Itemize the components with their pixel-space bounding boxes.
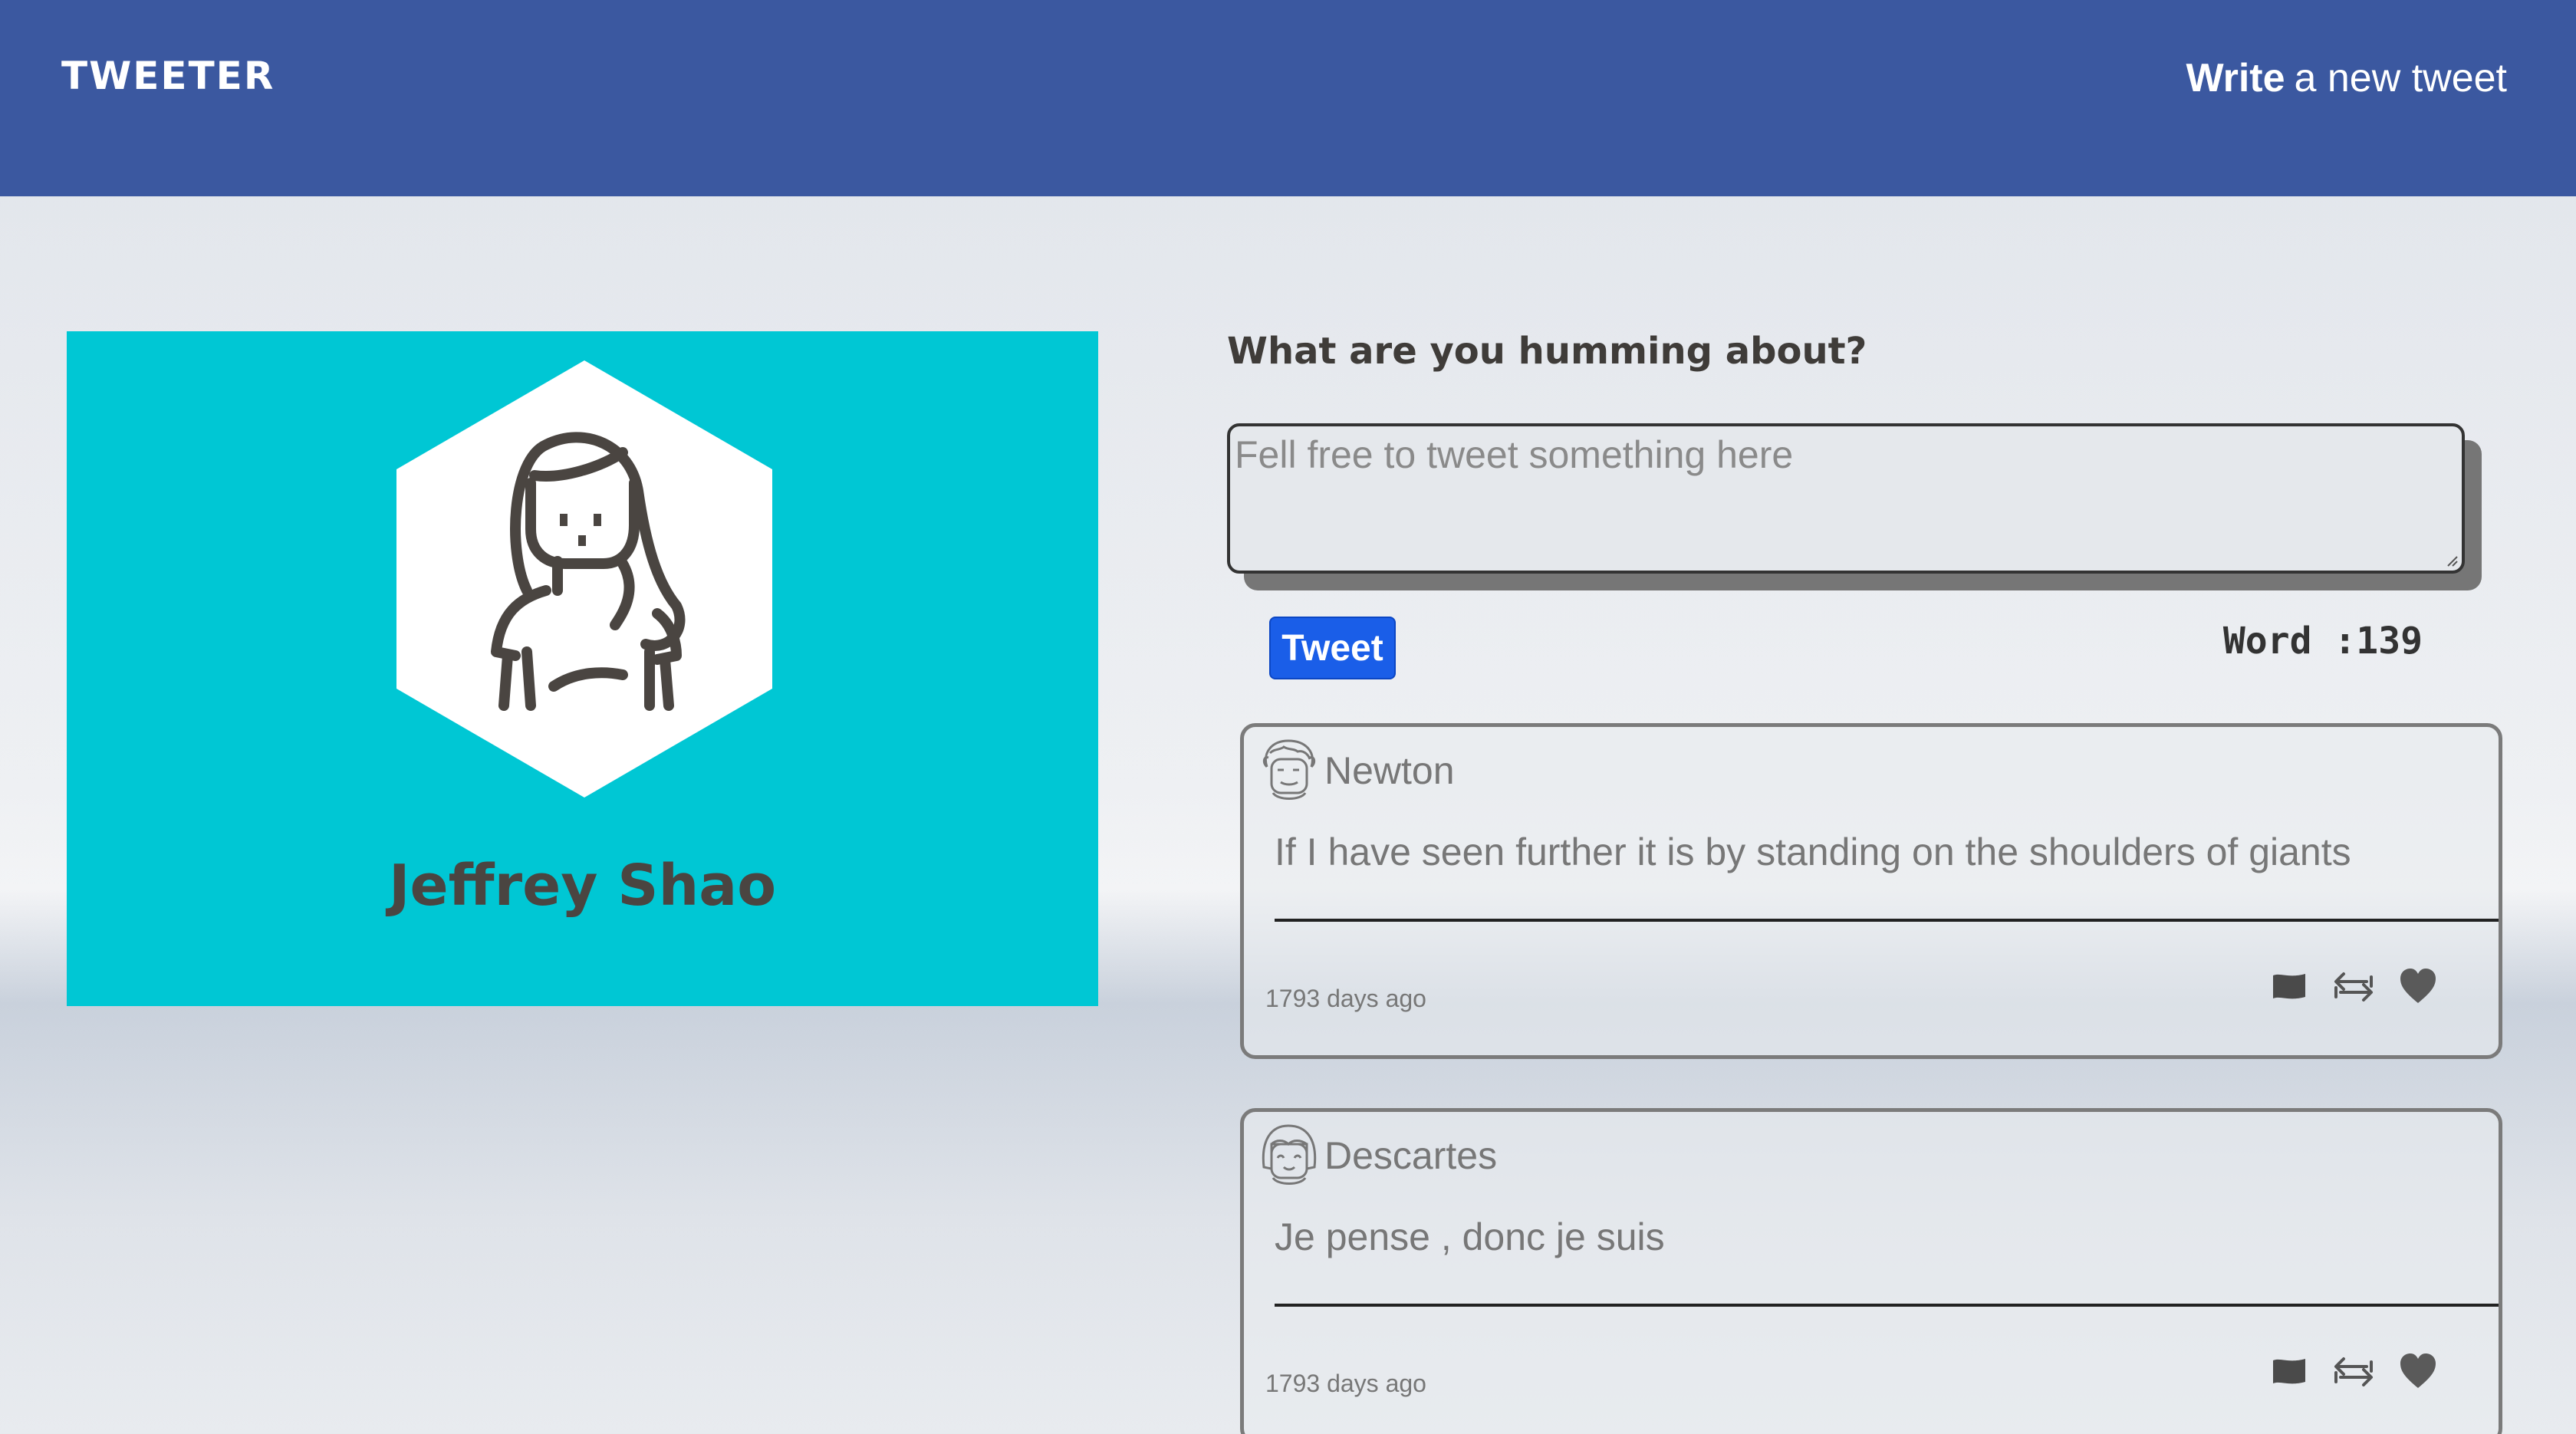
write-new-tweet-link[interactable]: Write a new tweet [2186,55,2507,101]
retweet-icon[interactable] [2333,1351,2374,1393]
heart-icon[interactable] [2397,966,2439,1008]
profile-card: Jeffrey Shao [67,331,1098,1006]
profile-name: Jeffrey Shao [388,853,777,919]
curly-hair-avatar-icon [1258,736,1321,804]
tweet-card: Descartes Je pense , donc je suis 1793 d… [1240,1108,2502,1434]
resize-grip-icon[interactable] [2445,554,2459,567]
tweet-actions [2268,1351,2439,1393]
write-bold-label: Write [2186,56,2285,100]
flag-icon[interactable] [2268,966,2310,1008]
heart-icon[interactable] [2397,1351,2439,1393]
profile-avatar-icon [393,360,776,798]
bob-hair-avatar-icon [1258,1121,1321,1189]
write-rest-label: a new tweet [2294,56,2508,100]
tweet-divider [1275,1304,2499,1307]
tweet-card: Newton If I have seen further it is by s… [1240,723,2502,1059]
tweet-timestamp: 1793 days ago [1265,985,1426,1012]
tweet-divider [1275,919,2499,922]
brand-logo[interactable]: TWEETER [61,54,275,98]
flag-icon[interactable] [2268,1351,2310,1393]
word-counter: Word :139 [2222,620,2423,663]
tweet-text: Je pense , donc je suis [1275,1215,1665,1258]
top-nav-bar: TWEETER Write a new tweet [0,0,2576,196]
tweet-textarea[interactable] [1227,423,2465,574]
tweet-author[interactable]: Newton [1324,748,1455,793]
tweet-actions [2268,966,2439,1008]
compose-title: What are you humming about? [1227,330,1867,373]
retweet-icon[interactable] [2333,966,2374,1008]
tweet-timestamp: 1793 days ago [1265,1370,1426,1397]
tweet-button[interactable]: Tweet [1269,617,1396,679]
tweet-author[interactable]: Descartes [1324,1133,1497,1178]
tweet-text: If I have seen further it is by standing… [1275,830,2351,873]
